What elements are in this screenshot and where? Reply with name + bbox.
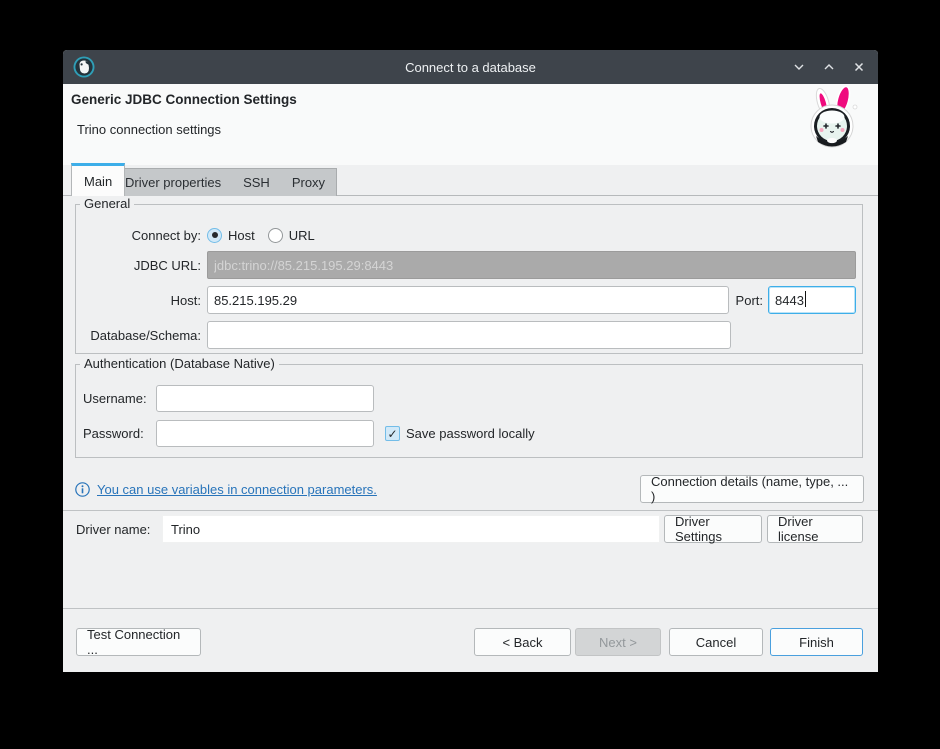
window-controls [788, 50, 870, 84]
variables-link[interactable]: You can use variables in connection para… [97, 482, 377, 497]
port-label: Port: [736, 293, 763, 308]
next-button: Next > [575, 628, 661, 656]
tab-strip: Main Driver properties SSH Proxy [63, 165, 878, 196]
chevron-down-icon [792, 60, 806, 74]
radio-dot-icon [212, 232, 218, 238]
connect-by-label: Connect by: [76, 228, 201, 243]
tab-ssh[interactable]: SSH [232, 169, 281, 196]
test-connection-button[interactable]: Test Connection ... [76, 628, 201, 656]
host-radio-label: Host [228, 228, 255, 243]
cancel-label: Cancel [696, 635, 736, 650]
check-icon: ✓ [387, 428, 397, 440]
back-button[interactable]: < Back [474, 628, 571, 656]
maximize-button[interactable] [818, 56, 840, 78]
titlebar[interactable]: Connect to a database [63, 50, 878, 84]
finish-label: Finish [799, 635, 834, 650]
window-title: Connect to a database [63, 60, 878, 75]
test-connection-label: Test Connection ... [87, 627, 190, 657]
minimize-button[interactable] [788, 56, 810, 78]
save-password-label: Save password locally [406, 426, 535, 441]
dbeaver-logo-icon [73, 56, 95, 78]
tab-inactive-group: Driver properties SSH Proxy [113, 168, 337, 196]
connect-by-host-radio[interactable] [207, 228, 222, 243]
driver-name-text: Trino [171, 522, 200, 537]
driver-settings-label: Driver Settings [675, 514, 751, 544]
footer-separator [63, 608, 878, 609]
back-label: < Back [502, 635, 542, 650]
variables-row: You can use variables in connection para… [75, 475, 377, 503]
wizard-header: Generic JDBC Connection Settings Trino c… [63, 84, 878, 165]
host-input[interactable] [207, 286, 729, 314]
driver-name-label: Driver name: [76, 522, 150, 537]
host-port-row: Host: Port: [76, 286, 856, 314]
text-cursor [805, 291, 806, 307]
tab-main-label: Main [84, 174, 112, 189]
connect-by-url-radio[interactable] [268, 228, 283, 243]
general-group-legend: General [80, 196, 134, 211]
database-row: Database/Schema: [76, 321, 856, 349]
driver-row: Driver name: Trino Driver Settings Drive… [63, 515, 878, 543]
url-radio-label: URL [289, 228, 315, 243]
jdbc-url-input [207, 251, 856, 279]
username-row: Username: [83, 385, 853, 412]
connection-details-label: Connection details (name, type, ... ) [651, 474, 853, 504]
general-group: General Connect by: Host URL JDBC URL: H… [75, 204, 863, 354]
tab-main[interactable]: Main [71, 163, 125, 196]
tab-proxy[interactable]: Proxy [281, 169, 336, 196]
chevron-up-icon [822, 60, 836, 74]
username-label: Username: [83, 391, 151, 406]
save-password-checkbox[interactable]: ✓ [385, 426, 400, 441]
trino-rabbit-logo [802, 86, 862, 150]
username-input[interactable] [156, 385, 374, 412]
connection-details-button[interactable]: Connection details (name, type, ... ) [640, 475, 864, 503]
finish-button[interactable]: Finish [770, 628, 863, 656]
page-title: Generic JDBC Connection Settings [71, 92, 297, 107]
connect-by-row: Connect by: Host URL [76, 221, 856, 249]
password-input[interactable] [156, 420, 374, 447]
port-input[interactable] [768, 286, 856, 314]
cancel-button[interactable]: Cancel [669, 628, 763, 656]
tab-driver-properties-label: Driver properties [125, 175, 221, 190]
password-row: Password: ✓ Save password locally [83, 420, 853, 447]
host-label: Host: [76, 293, 201, 308]
driver-separator [63, 510, 878, 511]
driver-name-value: Trino [162, 515, 660, 543]
x-icon [852, 60, 866, 74]
jdbc-url-row: JDBC URL: [76, 251, 856, 279]
driver-settings-button[interactable]: Driver Settings [664, 515, 762, 543]
next-label: Next > [599, 635, 637, 650]
auth-group-legend: Authentication (Database Native) [80, 356, 279, 371]
password-label: Password: [83, 426, 151, 441]
tab-driver-properties[interactable]: Driver properties [114, 169, 232, 196]
page-subtitle: Trino connection settings [77, 122, 221, 137]
info-circle-icon [75, 482, 90, 497]
driver-license-label: Driver license [778, 514, 852, 544]
database-input[interactable] [207, 321, 731, 349]
driver-license-button[interactable]: Driver license [767, 515, 863, 543]
connect-to-database-dialog: Connect to a database Generic JDBC Conne… [63, 50, 878, 672]
database-label: Database/Schema: [76, 328, 201, 343]
tab-proxy-label: Proxy [292, 175, 325, 190]
jdbc-url-label: JDBC URL: [76, 258, 201, 273]
close-button[interactable] [848, 56, 870, 78]
auth-group: Authentication (Database Native) Usernam… [75, 364, 863, 458]
tab-ssh-label: SSH [243, 175, 270, 190]
